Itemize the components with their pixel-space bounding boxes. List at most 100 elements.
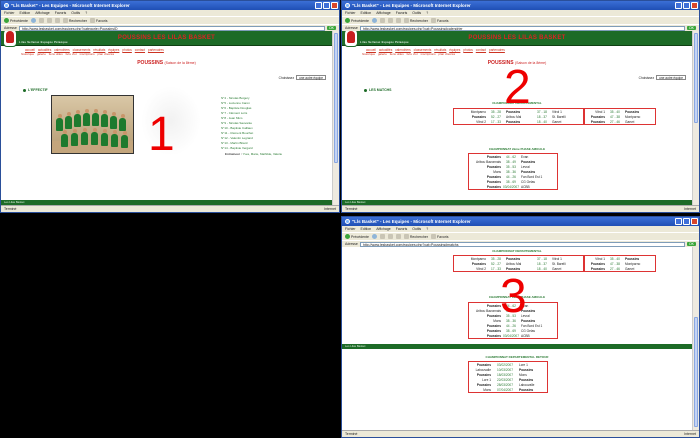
home-icon[interactable] (395, 18, 401, 23)
nav-photos[interactable]: photos (122, 48, 132, 52)
close-button[interactable] (331, 2, 338, 9)
minimize-button[interactable] (675, 218, 682, 225)
scrollbar[interactable] (692, 247, 699, 430)
forward-icon[interactable] (371, 234, 377, 239)
menu-file[interactable]: Fichier (4, 11, 15, 15)
refresh-icon[interactable] (387, 18, 393, 23)
search-button[interactable]: Rechercher (403, 18, 428, 23)
menu-view[interactable]: Affichage (35, 11, 50, 15)
site-banner: POUSSINS LES LILAS BASKET Lilas Sellenaz… (1, 31, 332, 47)
nav-contact[interactable]: contact (476, 48, 486, 52)
scrollbar[interactable] (692, 31, 699, 205)
table-row: Poussins 38 - 69 CG Gelas (486, 328, 535, 333)
menu-tools[interactable]: Outils (71, 11, 80, 15)
team-selector: Choisissez une autre équipe (279, 75, 326, 80)
home-icon[interactable] (395, 234, 401, 239)
scroll-thumb[interactable] (694, 317, 698, 427)
subnav-link[interactable]: galerie (37, 52, 46, 56)
forward-icon[interactable] (30, 18, 36, 23)
menu-help[interactable]: ? (85, 11, 87, 15)
menu-edit[interactable]: Edition (20, 11, 31, 15)
club-logo[interactable] (3, 31, 17, 47)
back-button[interactable]: Précédente (4, 18, 28, 23)
home-icon[interactable] (54, 18, 60, 23)
table-row: Poussins 52 - 27 Aribou Mal 18 - 37 St. Bare… (471, 114, 566, 119)
team-select-dropdown[interactable]: une autre équipe (656, 75, 686, 80)
table-row: Labouvalle 10/03/2007 Poussins (475, 367, 534, 372)
go-button[interactable]: OK (686, 26, 696, 30)
favorites-button[interactable]: Favoris (431, 18, 448, 23)
minimize-button[interactable] (315, 2, 322, 9)
close-button[interactable] (691, 2, 698, 9)
subnav-link[interactable]: livre d'or (66, 52, 77, 56)
menu-file[interactable]: Fichier (345, 227, 356, 231)
subnav-link[interactable]: plan d'accès (98, 52, 115, 56)
stop-icon[interactable] (379, 234, 385, 239)
address-input[interactable]: http://www.lesbasket.com/equipes.php?cat… (359, 241, 685, 247)
subnav-link[interactable]: historique (21, 52, 34, 56)
address-input[interactable]: http://www.lesbasket.com/equipes.php?cat… (18, 25, 325, 31)
title-bar: "Lls Basket" - Les Equipes - Microsoft I… (342, 217, 699, 226)
subnav-link[interactable]: inscriptions (421, 52, 436, 56)
window-title: "Lls Basket" - Les Equipes - Microsoft I… (11, 3, 130, 8)
club-subtitle: Lilas Sellenaz Espagne Pétanque (19, 41, 68, 44)
nav-partenaires[interactable]: partenaires (148, 48, 164, 52)
subnav-link[interactable]: galerie (378, 52, 387, 56)
favorites-button[interactable]: Favoris (431, 234, 448, 239)
menu-favorites[interactable]: Favoris (55, 11, 66, 15)
address-bar: Adresse http://www.lesbasket.com/equipes… (342, 24, 699, 31)
window-title: "Lls Basket" - Les Equipes - Microsoft I… (352, 219, 471, 224)
subnav-link[interactable]: historique (362, 52, 375, 56)
scroll-thumb[interactable] (694, 33, 698, 123)
star-icon (431, 18, 436, 23)
menu-tools[interactable]: Outils (412, 227, 421, 231)
address-input[interactable]: http://www.lesbasket.com/equipes.php?cat… (359, 25, 685, 31)
favorites-button[interactable]: Favoris (90, 18, 107, 23)
subnav-link[interactable]: liens utiles (49, 52, 63, 56)
menu-favorites[interactable]: Favoris (396, 11, 407, 15)
status-zone: Internet (684, 207, 696, 211)
search-button[interactable]: Rechercher (403, 234, 428, 239)
scrollbar[interactable] (332, 31, 339, 205)
stop-icon[interactable] (38, 18, 44, 23)
menu-view[interactable]: Affichage (376, 11, 391, 15)
maximize-button[interactable] (683, 2, 690, 9)
back-button[interactable]: Précédente (345, 18, 369, 23)
minimize-button[interactable] (675, 2, 682, 9)
close-button[interactable] (691, 218, 698, 225)
maximize-button[interactable] (323, 2, 330, 9)
roster-item[interactable]: N°14 - Baptiste Vergard (221, 146, 253, 151)
nav-contact[interactable]: contact (135, 48, 145, 52)
forward-icon[interactable] (371, 18, 377, 23)
search-icon (403, 234, 409, 239)
menu-help[interactable]: ? (426, 11, 428, 15)
subnav-link[interactable]: liens utiles (390, 52, 404, 56)
scroll-thumb[interactable] (334, 33, 338, 163)
menu-tools[interactable]: Outils (412, 11, 421, 15)
table-row: Poussins 44 - 26 Fan Bord Est 1 (486, 323, 543, 328)
subnav-link[interactable]: plan d'accès (439, 52, 456, 56)
maximize-button[interactable] (683, 218, 690, 225)
search-button[interactable]: Rechercher (62, 18, 87, 23)
table-row: Aribou Bazonnais 38 - 49 Poussins (476, 159, 536, 164)
menu-edit[interactable]: Edition (361, 227, 372, 231)
nav-partenaires[interactable]: partenaires (489, 48, 505, 52)
refresh-icon[interactable] (387, 234, 393, 239)
subnav-link[interactable]: inscriptions (80, 52, 95, 56)
menu-view[interactable]: Affichage (376, 227, 391, 231)
team-select-dropdown[interactable]: une autre équipe (296, 75, 326, 80)
go-button[interactable]: OK (326, 26, 336, 30)
refresh-icon[interactable] (46, 18, 52, 23)
nav-photos[interactable]: photos (463, 48, 473, 52)
menu-edit[interactable]: Edition (361, 11, 372, 15)
go-button[interactable]: OK (686, 242, 696, 246)
back-button[interactable]: Précédente (345, 234, 369, 239)
menu-file[interactable]: Fichier (345, 11, 356, 15)
club-logo[interactable] (344, 31, 358, 47)
menu-help[interactable]: ? (426, 227, 428, 231)
table-row: Poussins 52 - 27 Aribou Mal 18 - 37 St. Bare… (471, 261, 566, 266)
menu-favorites[interactable]: Favoris (396, 227, 407, 231)
bullet-icon (23, 88, 26, 92)
subnav-link[interactable]: livre d'or (407, 52, 418, 56)
stop-icon[interactable] (379, 18, 385, 23)
